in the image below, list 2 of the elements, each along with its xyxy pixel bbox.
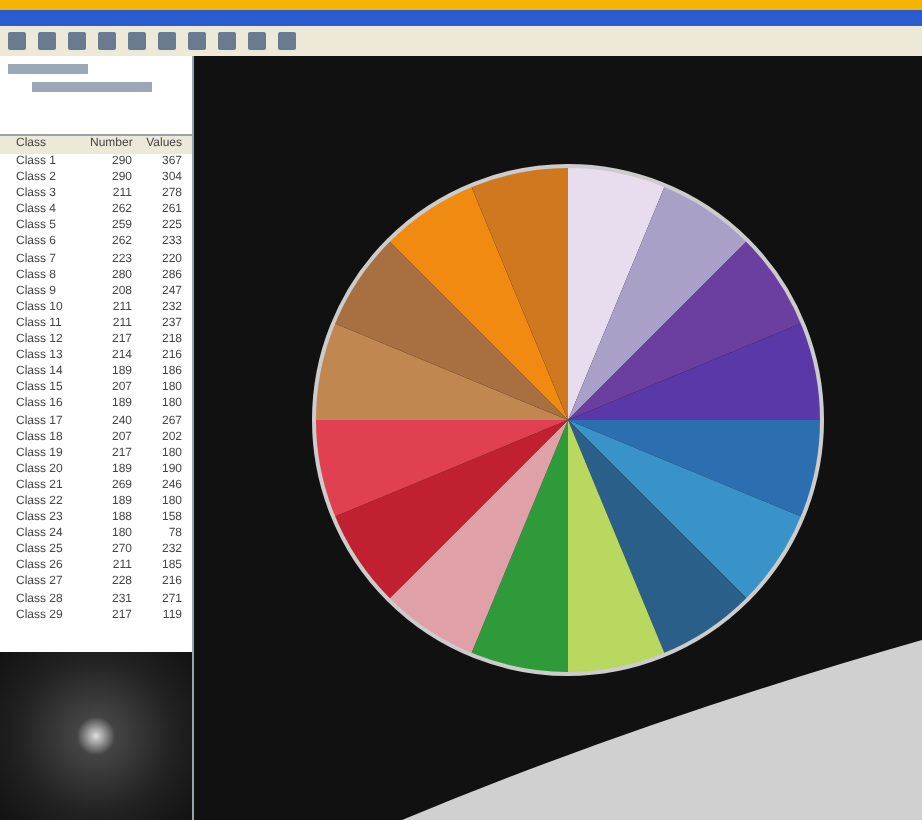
tree-node-icon[interactable] xyxy=(8,64,88,74)
tree-node-icon[interactable] xyxy=(32,82,152,92)
